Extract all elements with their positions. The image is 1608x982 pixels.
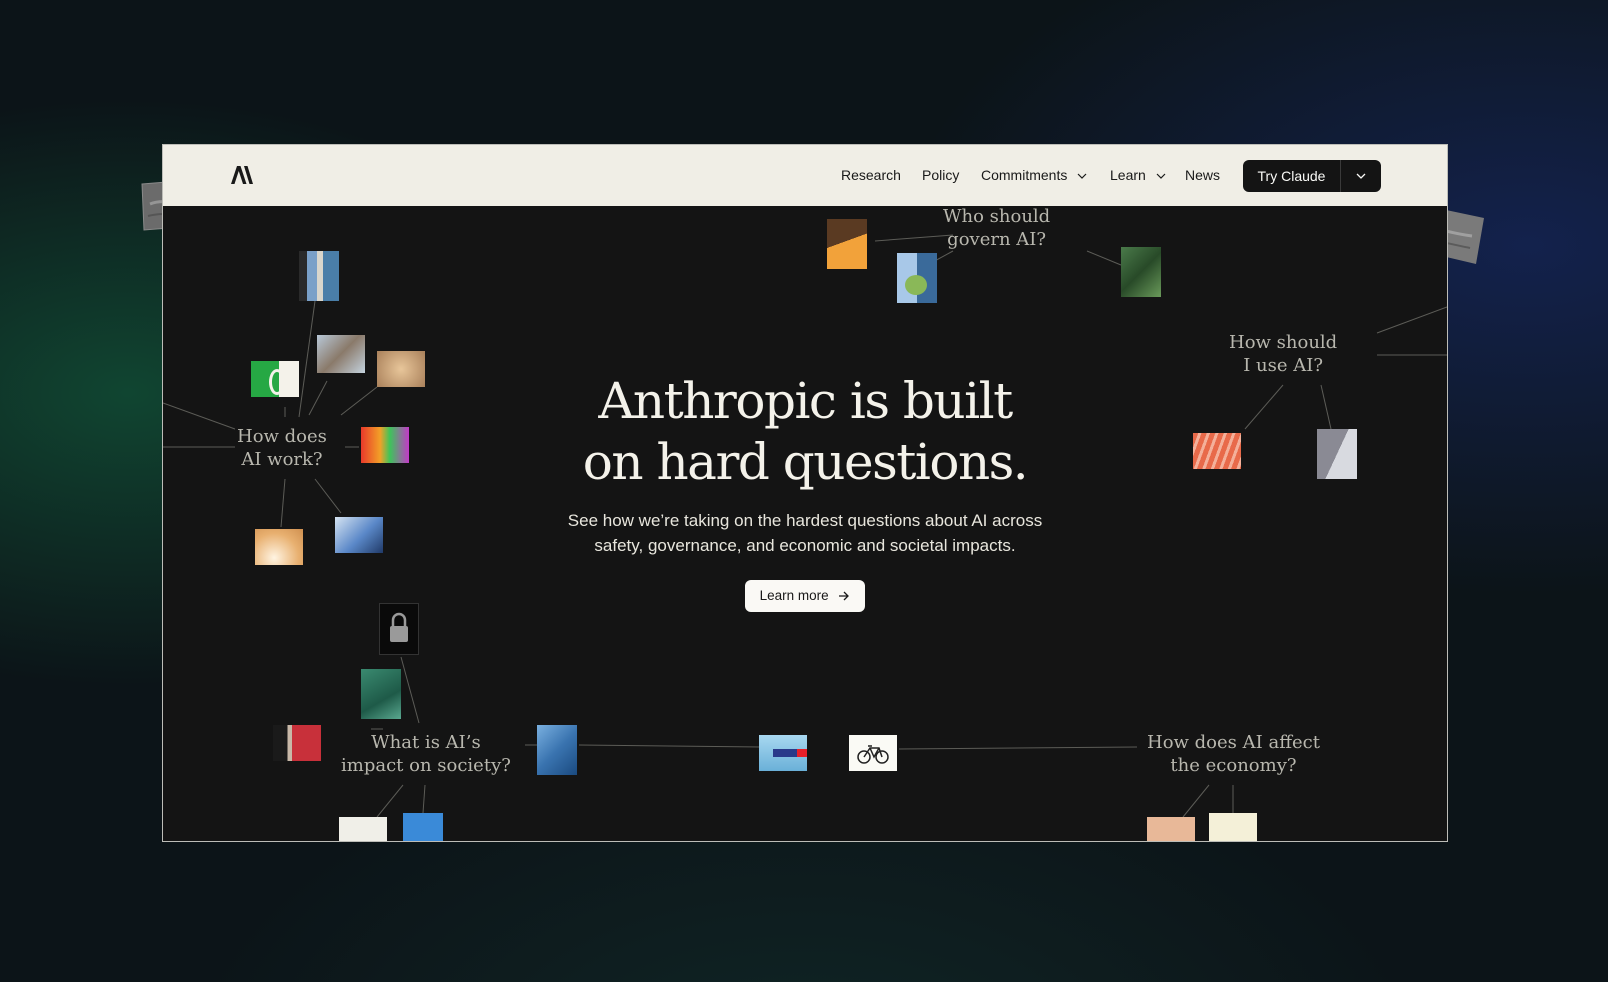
- thumbnail-image: [335, 517, 383, 553]
- question-ai-affect-economy[interactable]: How does AI affect the economy?: [1147, 731, 1320, 777]
- hero-subtitle-line: safety, governance, and economic and soc…: [594, 536, 1016, 555]
- thumbnail-image: [361, 669, 401, 719]
- thumbnail-image: [1209, 813, 1257, 841]
- thumbnail-image: [255, 529, 303, 565]
- thumbnail-image: [759, 735, 807, 771]
- thumbnail-image: [403, 813, 443, 841]
- thumbnail-image: [339, 817, 387, 841]
- question-line: What is AI’s: [371, 732, 481, 753]
- question-line: impact on society?: [341, 755, 511, 776]
- hero-title-line: Anthropic is built: [598, 372, 1013, 430]
- thumbnail-image: [897, 253, 937, 303]
- thumbnail-image: [827, 219, 867, 269]
- question-line: I use AI?: [1243, 355, 1323, 376]
- thumbnail-image: [1147, 817, 1195, 841]
- question-how-does-ai-work[interactable]: How does AI work?: [237, 425, 327, 471]
- thumbnail-image: [1121, 247, 1161, 297]
- hero-title-line: on hard questions.: [582, 433, 1029, 491]
- bicycle-icon: [857, 745, 889, 764]
- thumbnail-image: [317, 335, 365, 373]
- question-line: AI work?: [241, 449, 323, 470]
- hero-subtitle: See how we’re taking on the hardest ques…: [515, 508, 1095, 558]
- question-line: How does: [237, 426, 327, 447]
- question-line: How should: [1229, 332, 1338, 353]
- question-who-should-govern-ai[interactable]: Who should govern AI?: [943, 205, 1050, 251]
- thumbnail-image: [299, 251, 339, 301]
- arrow-right-icon: [839, 591, 850, 601]
- thumbnail-image: [251, 361, 299, 397]
- thumbnail-image: [1317, 429, 1357, 479]
- question-line: Who should: [943, 206, 1051, 227]
- learn-more-button[interactable]: Learn more: [745, 580, 865, 612]
- question-ai-impact-on-society[interactable]: What is AI’s impact on society?: [341, 731, 511, 777]
- learn-more-label: Learn more: [759, 588, 829, 603]
- thumbnail-image: [537, 725, 577, 775]
- hero-title: Anthropic is built on hard questions.: [423, 371, 1187, 493]
- question-line: govern AI?: [947, 229, 1047, 250]
- thumbnail-image: [361, 427, 409, 463]
- browser-window: Research Policy Commitments Learn News T…: [162, 144, 1448, 842]
- thumbnail-image: [1193, 433, 1241, 469]
- padlock-icon: [390, 612, 408, 642]
- question-line: How does AI affect: [1147, 732, 1320, 753]
- thumbnail-image: [377, 351, 425, 387]
- question-line: the economy?: [1170, 755, 1297, 776]
- hero-subtitle-line: See how we’re taking on the hardest ques…: [567, 511, 1043, 530]
- bicycle-image: [849, 735, 897, 771]
- thumbnail-image: [273, 725, 321, 761]
- question-how-should-i-use-ai[interactable]: How should I use AI?: [1229, 331, 1337, 377]
- padlock-image: [379, 603, 419, 655]
